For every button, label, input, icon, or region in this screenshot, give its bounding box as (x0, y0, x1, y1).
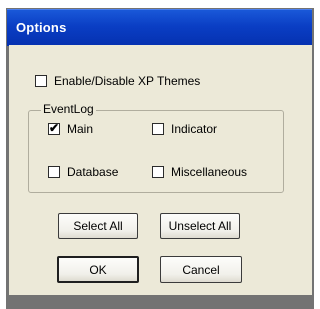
eventlog-database-label: Database (67, 165, 119, 179)
xp-themes-checkbox-box[interactable] (35, 75, 47, 87)
xp-themes-checkbox-label: Enable/Disable XP Themes (54, 74, 201, 88)
select-all-button[interactable]: Select All (58, 213, 138, 239)
cancel-button[interactable]: Cancel (160, 256, 242, 283)
eventlog-group-label: EventLog (41, 102, 96, 116)
check-icon: ✔ (49, 121, 60, 135)
title-bar[interactable]: Options (7, 9, 312, 46)
eventlog-miscellaneous-checkbox-box[interactable] (152, 166, 164, 178)
unselect-all-button[interactable]: Unselect All (160, 213, 240, 239)
eventlog-database-checkbox-box[interactable] (48, 166, 60, 178)
eventlog-indicator-label: Indicator (171, 122, 218, 136)
eventlog-indicator-checkbox-box[interactable] (152, 123, 164, 135)
eventlog-miscellaneous-label: Miscellaneous (171, 165, 248, 179)
eventlog-main-label: Main (67, 122, 94, 136)
eventlog-miscellaneous-checkbox[interactable]: Miscellaneous (152, 165, 247, 179)
eventlog-main-checkbox[interactable]: ✔ Main (48, 121, 94, 136)
eventlog-indicator-checkbox[interactable]: Indicator (152, 122, 217, 136)
xp-themes-checkbox[interactable]: Enable/Disable XP Themes (35, 74, 200, 88)
ok-button[interactable]: OK (57, 256, 139, 283)
eventlog-main-checkbox-box[interactable]: ✔ (48, 121, 60, 135)
eventlog-database-checkbox[interactable]: Database (48, 165, 118, 179)
window-title: Options (16, 20, 67, 35)
